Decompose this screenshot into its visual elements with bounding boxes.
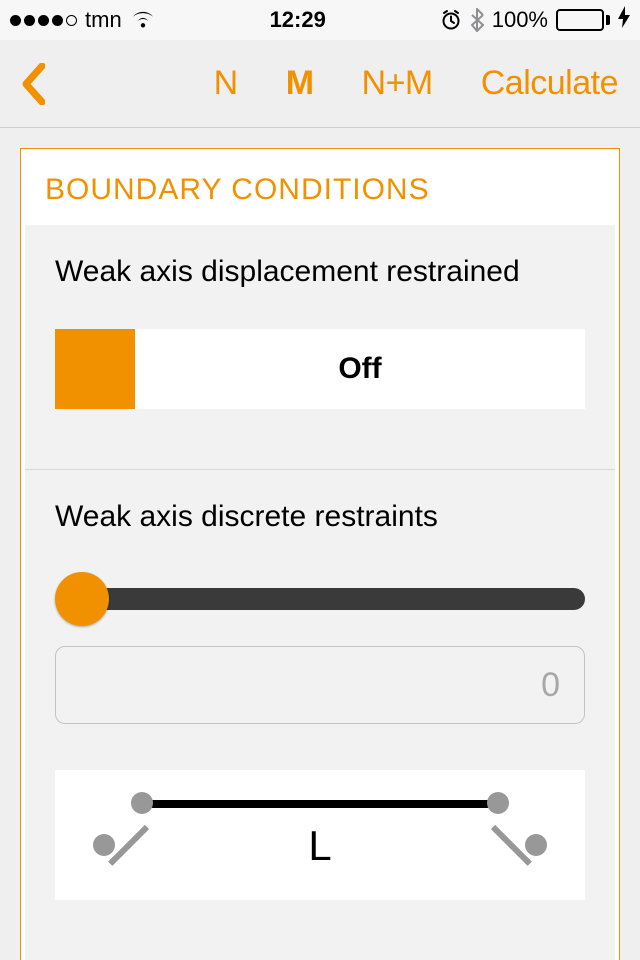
restraints-value-field[interactable]: 0: [55, 646, 585, 724]
tab-m[interactable]: M: [286, 64, 314, 103]
battery-pct-label: 100%: [492, 7, 548, 33]
settings-card: BOUNDARY CONDITIONS Weak axis displaceme…: [20, 148, 620, 960]
displacement-toggle[interactable]: Off: [55, 329, 585, 409]
bluetooth-icon: [470, 8, 484, 32]
setting-displacement-panel: Weak axis displacement restrained Off: [25, 225, 615, 469]
wifi-icon: [130, 10, 156, 30]
status-time: 12:29: [270, 7, 326, 33]
nav-tabs: N M N+M Calculate: [58, 64, 628, 103]
status-bar: tmn 12:29 100%: [0, 0, 640, 40]
tab-n[interactable]: N: [214, 64, 238, 103]
setting-restraints-panel: Weak axis discrete restraints 0 L: [25, 470, 615, 960]
status-right: 100%: [440, 6, 630, 34]
toggle-state-swatch: [55, 329, 135, 409]
slider-thumb[interactable]: [55, 572, 109, 626]
beam-line: [139, 800, 501, 808]
restraints-value: 0: [541, 666, 560, 705]
tab-calculate[interactable]: Calculate: [481, 64, 618, 103]
alarm-icon: [440, 9, 462, 31]
back-button[interactable]: [18, 54, 48, 114]
nav-bar: N M N+M Calculate: [0, 40, 640, 128]
restraints-slider[interactable]: [55, 574, 585, 624]
beam-diagram: L: [55, 770, 585, 900]
tab-nm[interactable]: N+M: [362, 64, 433, 103]
node-top-right: [487, 792, 509, 814]
toggle-value-label: Off: [135, 329, 585, 409]
section-title: BOUNDARY CONDITIONS: [21, 173, 619, 225]
signal-dots-icon: [10, 15, 77, 26]
restraints-label: Weak axis discrete restraints: [55, 500, 585, 534]
diagram-length-label: L: [55, 822, 585, 870]
node-top-left: [131, 792, 153, 814]
status-left: tmn: [10, 7, 156, 33]
battery-icon: [556, 9, 610, 31]
slider-track: [75, 588, 585, 610]
carrier-label: tmn: [85, 7, 122, 33]
displacement-label: Weak axis displacement restrained: [55, 255, 585, 289]
charging-icon: [618, 6, 630, 34]
